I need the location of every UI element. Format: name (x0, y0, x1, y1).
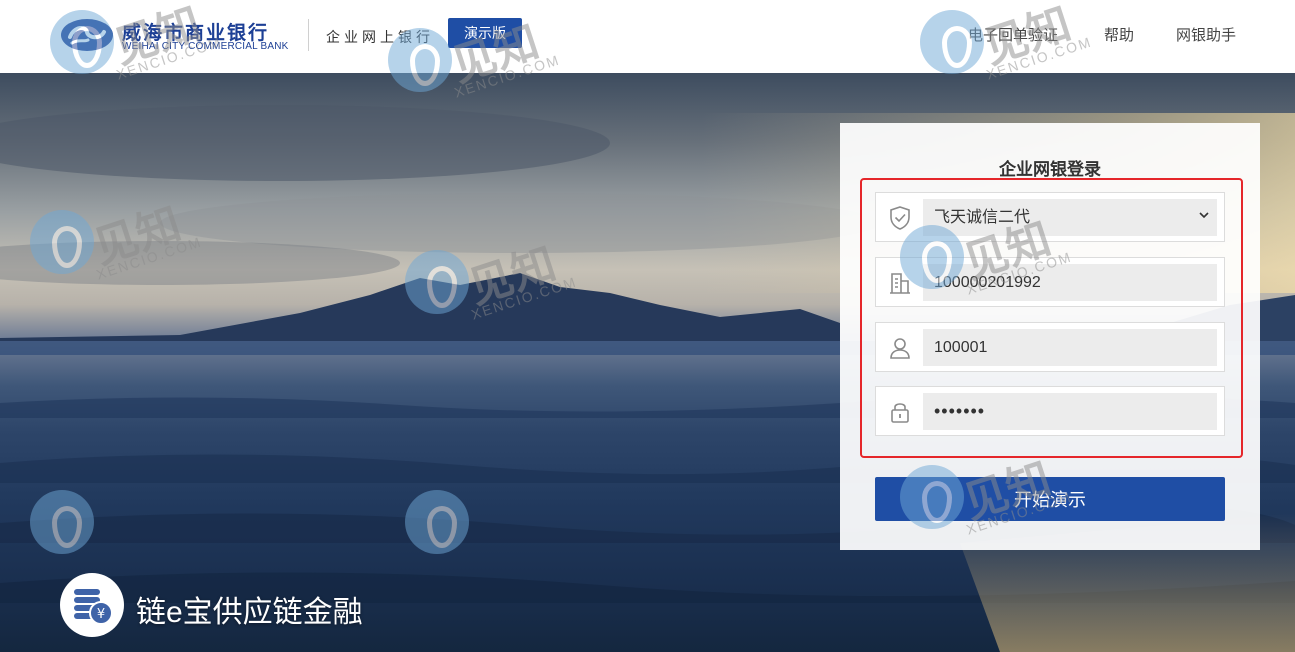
bank-logo-mark-icon (61, 19, 113, 51)
nav-receipt-verify[interactable]: 电子回单验证 (968, 24, 1058, 45)
coin-stack-yuan-icon: ¥ (60, 573, 124, 637)
site-subtitle: 企业网上银行 (326, 29, 434, 45)
lock-icon (891, 403, 909, 423)
cert-type-select[interactable]: 飞天诚信二代 (875, 192, 1225, 242)
demo-badge: 演示版 (448, 18, 522, 48)
start-demo-button[interactable]: 开始演示 (875, 477, 1225, 521)
enterprise-id-input[interactable] (923, 264, 1217, 301)
nav-help[interactable]: 帮助 (1104, 24, 1134, 45)
bank-name-en: WEIHAI CITY COMMERCIAL BANK (122, 41, 289, 52)
top-header: 威海市商业银行 WEIHAI CITY COMMERCIAL BANK 企业网上… (0, 0, 1295, 73)
chevron-down-icon[interactable] (1197, 208, 1211, 222)
password-input[interactable]: ••••••• (923, 393, 1217, 430)
svg-text:¥: ¥ (97, 607, 105, 622)
login-title: 企业网银登录 (999, 160, 1101, 179)
login-panel: 企业网银登录 飞天诚信二代 100000201992 100001 ••••••… (840, 123, 1260, 550)
enterprise-id-field (875, 257, 1225, 307)
cert-type-display[interactable]: 飞天诚信二代 (923, 199, 1217, 236)
header-divider (308, 19, 309, 51)
promo-title: 链e宝供应链金融 (136, 596, 363, 629)
shield-check-icon (890, 206, 910, 230)
building-icon (890, 273, 910, 294)
user-id-input[interactable] (923, 329, 1217, 366)
bank-logo[interactable]: 威海市商业银行 WEIHAI CITY COMMERCIAL BANK (60, 16, 300, 56)
password-field: ••••••• (875, 386, 1225, 436)
user-icon (890, 338, 910, 359)
nav-ebank-assistant[interactable]: 网银助手 (1176, 24, 1236, 45)
user-id-field (875, 322, 1225, 372)
cert-type-value: 飞天诚信二代 (934, 209, 1031, 226)
